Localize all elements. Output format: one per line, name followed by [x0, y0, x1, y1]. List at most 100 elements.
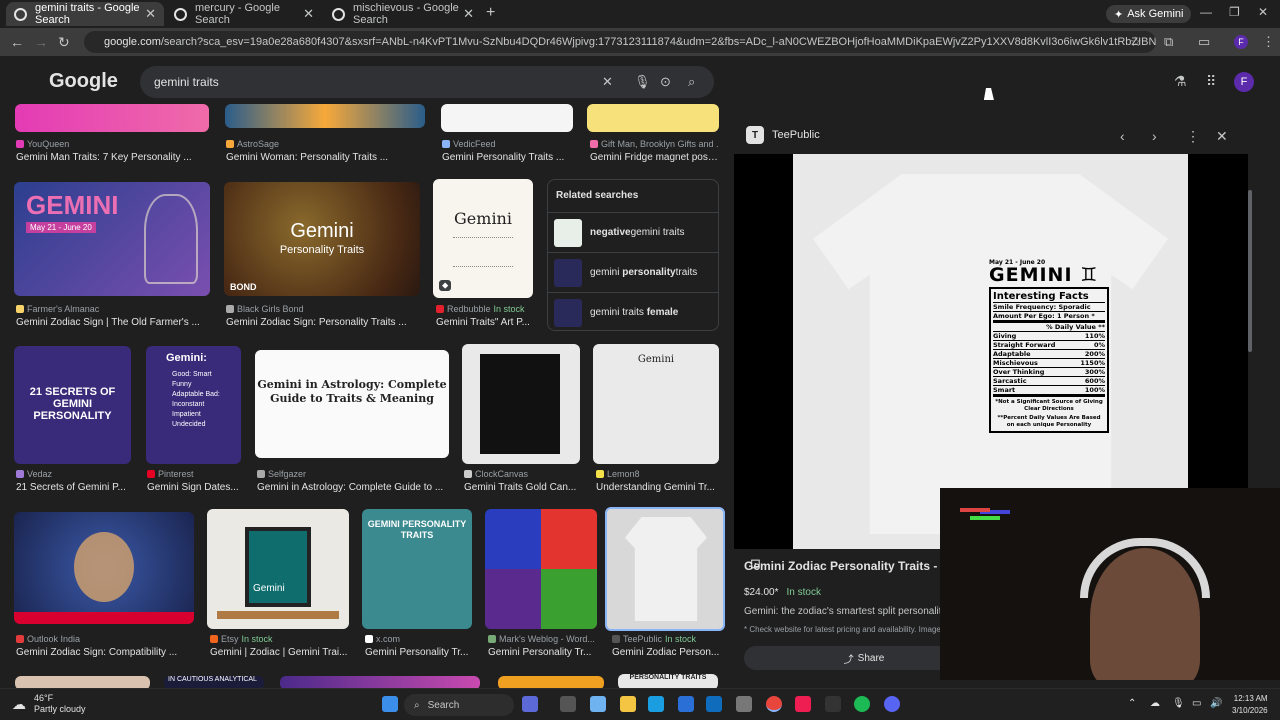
result-source[interactable]: Mark's Weblog - Word... [488, 634, 600, 644]
network-icon[interactable]: ▭ [1192, 698, 1201, 709]
result-source[interactable]: Lemon8 [596, 469, 716, 479]
bookmark-star-icon[interactable]: ☆ [1130, 34, 1142, 50]
app-icon[interactable] [825, 696, 841, 712]
result-title[interactable]: 21 Secrets of Gemini P... [16, 482, 136, 493]
result-image[interactable]: GEMINI May 21 - June 20 [14, 182, 210, 296]
settings-icon[interactable] [736, 696, 752, 712]
related-item[interactable]: negative gemini traits [548, 212, 718, 252]
labs-flask-icon[interactable]: ⚗ [1174, 73, 1187, 90]
url-bar[interactable]: google.com/search?sca_esv=19a0e28a680f43… [84, 31, 1156, 53]
result-source[interactable]: Selfgazer [257, 469, 447, 479]
microphone-icon[interactable]: 🎙 [634, 74, 651, 90]
result-image[interactable] [498, 676, 604, 688]
chrome-icon[interactable] [766, 696, 782, 712]
result-source[interactable]: x.com [365, 634, 475, 644]
related-item[interactable]: gemini personality traits [548, 252, 718, 292]
close-panel-icon[interactable]: ✕ [1216, 128, 1228, 145]
panel-source[interactable]: T TeePublic [746, 126, 820, 144]
result-image[interactable] [485, 509, 597, 629]
extensions-icon[interactable]: ⧉ [1164, 34, 1173, 50]
result-title[interactable]: Gemini Personality Traits ... [442, 152, 574, 163]
tab-mercury[interactable]: mercury - Google Search ✕ [166, 2, 322, 26]
task-view-icon[interactable] [560, 696, 576, 712]
result-title[interactable]: Gemini Woman: Personality Traits ... [226, 152, 426, 163]
result-source[interactable]: YouQueen [16, 139, 206, 149]
search-icon[interactable]: ⌕ [688, 74, 695, 90]
next-image-icon[interactable]: › [1152, 128, 1157, 144]
lens-icon[interactable]: ⊙ [660, 74, 671, 90]
close-tab-icon[interactable]: ✕ [463, 6, 474, 22]
file-explorer-icon[interactable] [620, 696, 636, 712]
result-image[interactable]: Gemini ⬥ [433, 179, 533, 298]
result-source[interactable]: Farmer's Almanac [16, 304, 206, 314]
minimize-button[interactable]: — [1200, 5, 1212, 19]
system-clock[interactable]: 12:13 AM 3/10/2026 [1232, 693, 1268, 717]
result-title[interactable]: Gemini Zodiac Sign: Personality Traits .… [226, 317, 422, 328]
result-image[interactable] [280, 676, 480, 688]
windows-start-icon[interactable] [382, 696, 398, 712]
volume-icon[interactable]: 🔊 [1210, 698, 1222, 709]
result-title[interactable]: Gemini Personality Tr... [488, 647, 600, 658]
result-image[interactable] [15, 676, 150, 688]
result-title[interactable]: Gemini Personality Tr... [365, 647, 475, 658]
close-tab-icon[interactable]: ✕ [145, 6, 156, 22]
split-view-icon[interactable]: ▭ [1198, 34, 1210, 50]
browser-profile-avatar[interactable]: F [1234, 35, 1248, 49]
result-image[interactable]: 21 SECRETS OF GEMINI PERSONALITY [14, 346, 131, 464]
result-source[interactable]: VedicFeed [442, 139, 572, 149]
result-source[interactable]: Gift Man, Brooklyn Gifts and ... [590, 139, 718, 149]
result-title[interactable]: Gemini Sign Dates... [147, 482, 243, 493]
result-title[interactable]: Gemini in Astrology: Complete Guide to .… [257, 482, 447, 493]
result-source[interactable]: Vedaz [16, 469, 126, 479]
result-source[interactable]: AstroSage [226, 139, 416, 149]
result-title[interactable]: Gemini Zodiac Person... [612, 647, 724, 658]
result-title[interactable]: Gemini Fridge magnet posi... [590, 152, 718, 163]
previous-image-icon[interactable]: ‹ [1120, 128, 1125, 144]
result-image[interactable] [587, 104, 719, 132]
apps-grid-icon[interactable]: ⠿ [1206, 73, 1216, 90]
google-logo[interactable]: Google [49, 70, 118, 93]
result-image[interactable]: GEMINI PERSONALITY TRAITS [362, 509, 472, 629]
discord-icon[interactable] [884, 696, 900, 712]
reload-button[interactable]: ↻ [58, 34, 70, 51]
product-title[interactable]: Gemini Zodiac Personality Traits - Ma [744, 559, 957, 573]
result-image[interactable]: Gemini [207, 509, 349, 629]
result-title[interactable]: Understanding Gemini Tr... [596, 482, 716, 493]
result-source[interactable]: ClockCanvas [464, 469, 580, 479]
result-source[interactable]: Pinterest [147, 469, 247, 479]
outlook-icon[interactable] [706, 696, 722, 712]
tiktok-icon[interactable] [795, 696, 811, 712]
result-image[interactable] [441, 104, 573, 132]
maximize-button[interactable]: ❐ [1229, 5, 1240, 19]
result-source[interactable]: Redbubble In stock [436, 304, 546, 314]
more-options-icon[interactable]: ⋮ [1186, 128, 1200, 145]
tab-gemini-traits[interactable]: gemini traits - Google Search ✕ [6, 2, 164, 26]
result-image[interactable] [225, 104, 425, 128]
panel-scrollbar[interactable] [1248, 190, 1252, 352]
microphone-tray-icon[interactable]: 🎙 [1172, 698, 1185, 709]
tray-chevron-icon[interactable]: ⌃ [1128, 698, 1136, 709]
back-button[interactable]: ← [10, 34, 24, 50]
clear-icon[interactable]: ✕ [602, 74, 613, 90]
result-image[interactable] [14, 512, 194, 624]
result-source[interactable]: TeePublic In stock [612, 634, 724, 644]
close-tab-icon[interactable]: ✕ [303, 6, 314, 22]
tray-icon[interactable]: ☁ [1150, 698, 1160, 709]
search-input[interactable] [154, 75, 594, 89]
new-tab-button[interactable]: + [486, 4, 495, 22]
result-image-selected[interactable] [605, 507, 725, 631]
weather-widget[interactable]: 46°F Partly cloudy [34, 693, 86, 715]
menu-kebab-icon[interactable]: ⋮ [1262, 34, 1275, 50]
result-title[interactable]: Gemini Traits" Art P... [436, 317, 536, 328]
related-item[interactable]: gemini traits female [548, 292, 718, 332]
result-image[interactable] [15, 104, 209, 132]
result-image[interactable]: Gemini Personality Traits BOND [224, 182, 420, 296]
result-image[interactable]: IN CAUTIOUS ANALYTICAL [164, 676, 264, 688]
spotify-icon[interactable] [854, 696, 870, 712]
forward-button[interactable]: → [34, 34, 48, 50]
copilot-icon[interactable] [522, 696, 538, 712]
result-image[interactable] [462, 344, 580, 464]
taskbar-search[interactable]: ⌕ Search [404, 694, 514, 716]
result-title[interactable]: Gemini Traits Gold Can... [464, 482, 580, 493]
ask-gemini-button[interactable]: ✦ Ask Gemini [1106, 5, 1192, 23]
